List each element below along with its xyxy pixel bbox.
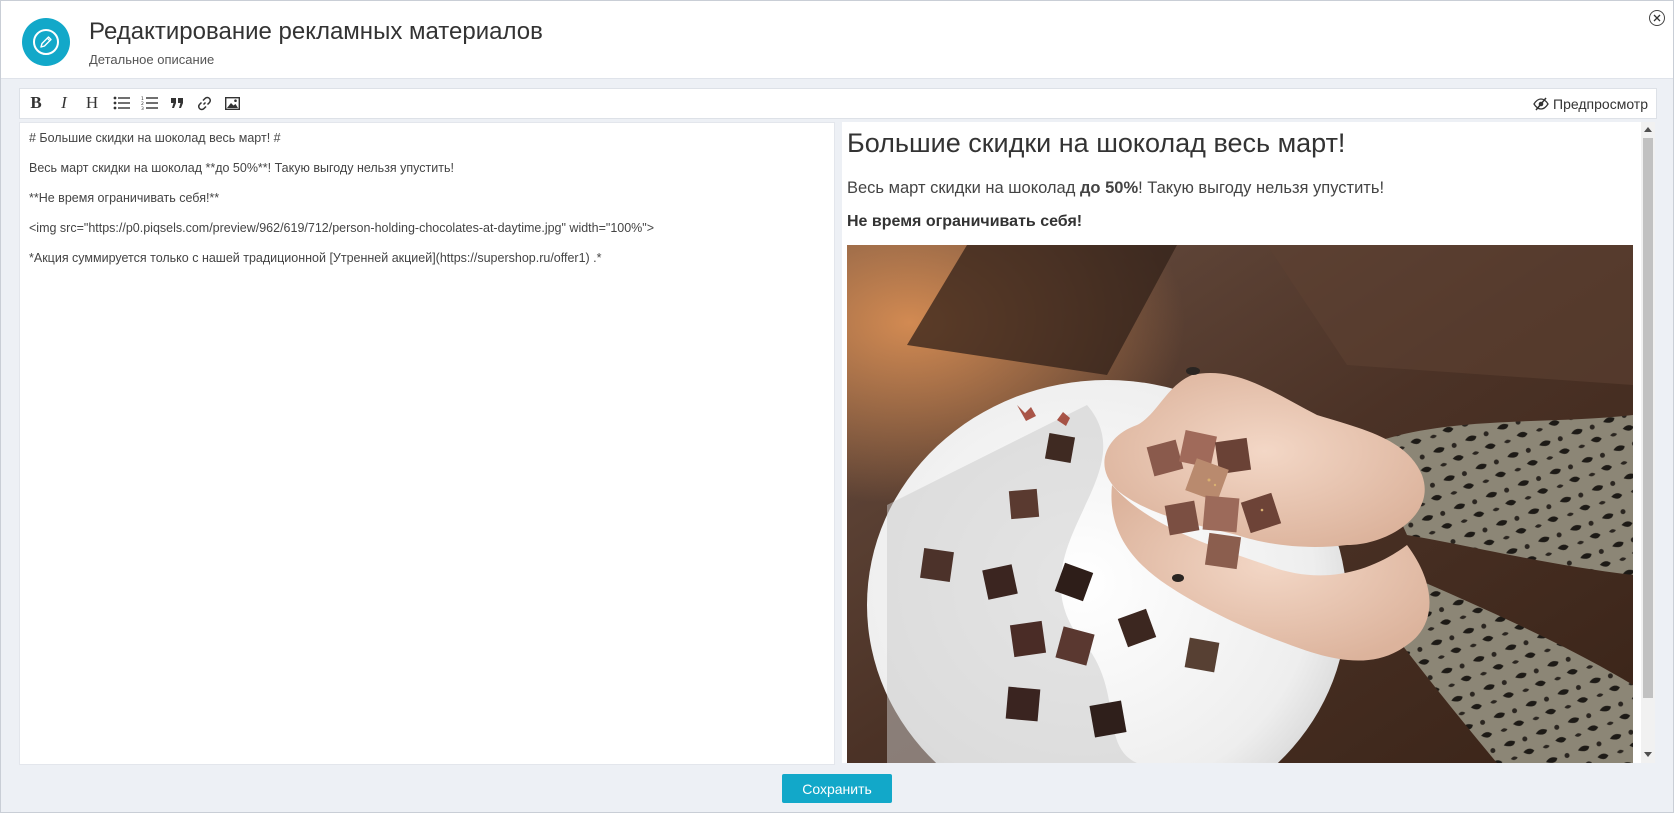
preview-label: Предпросмотр: [1553, 96, 1648, 112]
chocolate-hands-photo: [847, 245, 1633, 763]
save-button[interactable]: Сохранить: [782, 774, 892, 803]
page-title: Редактирование рекламных материалов: [89, 18, 543, 45]
preview-toggle-button[interactable]: Предпросмотр: [1533, 94, 1648, 114]
preview-paragraph: Весь март скидки на шоколад до 50%! Таку…: [847, 179, 1384, 198]
preview-heading: Большие скидки на шоколад весь март!: [847, 128, 1346, 158]
scrollbar-thumb[interactable]: [1643, 138, 1653, 698]
dialog-header: Редактирование рекламных материалов Дета…: [1, 1, 1673, 79]
pencil-icon: [22, 18, 70, 66]
scroll-up-icon: [1644, 127, 1652, 132]
svg-text:3: 3: [141, 106, 144, 110]
close-icon: [1653, 14, 1661, 22]
quote-icon: [171, 98, 183, 108]
unordered-list-button[interactable]: [110, 93, 132, 113]
preview-scrollbar[interactable]: [1641, 122, 1655, 763]
preview-paragraph-start: Весь март скидки на шоколад: [847, 179, 1080, 197]
bold-button[interactable]: B: [25, 93, 47, 113]
editor-line: # Большие скидки на шоколад весь март! #: [29, 131, 281, 145]
markdown-toolbar: B I H 1 2 3 Предпросмотр: [19, 88, 1657, 119]
preview-discount-bold: до 50%: [1079, 179, 1139, 197]
link-icon: [197, 96, 211, 110]
scroll-down-icon: [1644, 752, 1652, 757]
editor-line: Весь март скидки на шоколад **до 50%**! …: [29, 161, 454, 175]
quote-button[interactable]: [166, 93, 188, 113]
ordered-list-icon: 1 2 3: [141, 96, 158, 110]
heading-button[interactable]: H: [81, 93, 103, 113]
eye-slash-icon: [1533, 97, 1549, 111]
link-button[interactable]: [193, 93, 215, 113]
editor-line: *Акция суммируется только с нашей традиц…: [29, 251, 602, 265]
image-button[interactable]: [221, 93, 243, 113]
markdown-preview: Большие скидки на шоколад весь март! Вес…: [842, 122, 1655, 763]
italic-button[interactable]: I: [53, 93, 75, 113]
page-subtitle: Детальное описание: [89, 52, 215, 67]
editor-line: **Не время ограничивать себя!**: [29, 191, 220, 205]
markdown-editor[interactable]: # Большие скидки на шоколад весь март! #…: [19, 122, 835, 765]
close-button[interactable]: [1649, 10, 1665, 26]
preview-strong-line: Не время ограничивать себя!: [847, 213, 1083, 230]
image-icon: [224, 96, 240, 110]
editor-line: <img src="https://p0.piqsels.com/preview…: [29, 221, 655, 235]
ordered-list-button[interactable]: 1 2 3: [138, 93, 160, 113]
unordered-list-icon: [113, 96, 130, 110]
preview-paragraph-end: ! Такую выгоду нельзя упустить!: [1138, 179, 1385, 197]
editor-dialog: Редактирование рекламных материалов Дета…: [0, 0, 1674, 813]
